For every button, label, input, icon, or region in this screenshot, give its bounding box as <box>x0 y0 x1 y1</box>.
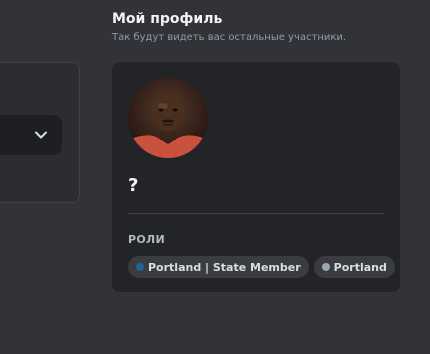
roles-heading: РОЛИ <box>128 233 165 246</box>
display-name: ? <box>128 175 139 196</box>
section-subtitle: Так будут видеть вас остальные участники… <box>112 32 347 43</box>
role-pill[interactable]: Portland <box>313 256 395 278</box>
profile-settings-view: Мой профиль Так будут видеть вас остальн… <box>0 0 430 354</box>
avatar-image <box>128 78 208 158</box>
role-pill[interactable]: Portland | State Member <box>128 256 309 278</box>
avatar[interactable] <box>128 78 208 158</box>
roles-list: Portland | State Member Portland <box>128 256 395 278</box>
dropdown-select[interactable] <box>0 115 62 155</box>
role-label: Portland <box>333 260 387 274</box>
chevron-down-icon <box>35 131 47 139</box>
role-color-dot <box>321 263 330 271</box>
role-color-dot <box>136 263 144 271</box>
divider <box>128 213 384 214</box>
section-title: Мой профиль <box>112 11 223 27</box>
role-label: Portland | State Member <box>148 260 301 274</box>
profile-card: ? РОЛИ Portland | State Member Portland <box>112 62 400 292</box>
